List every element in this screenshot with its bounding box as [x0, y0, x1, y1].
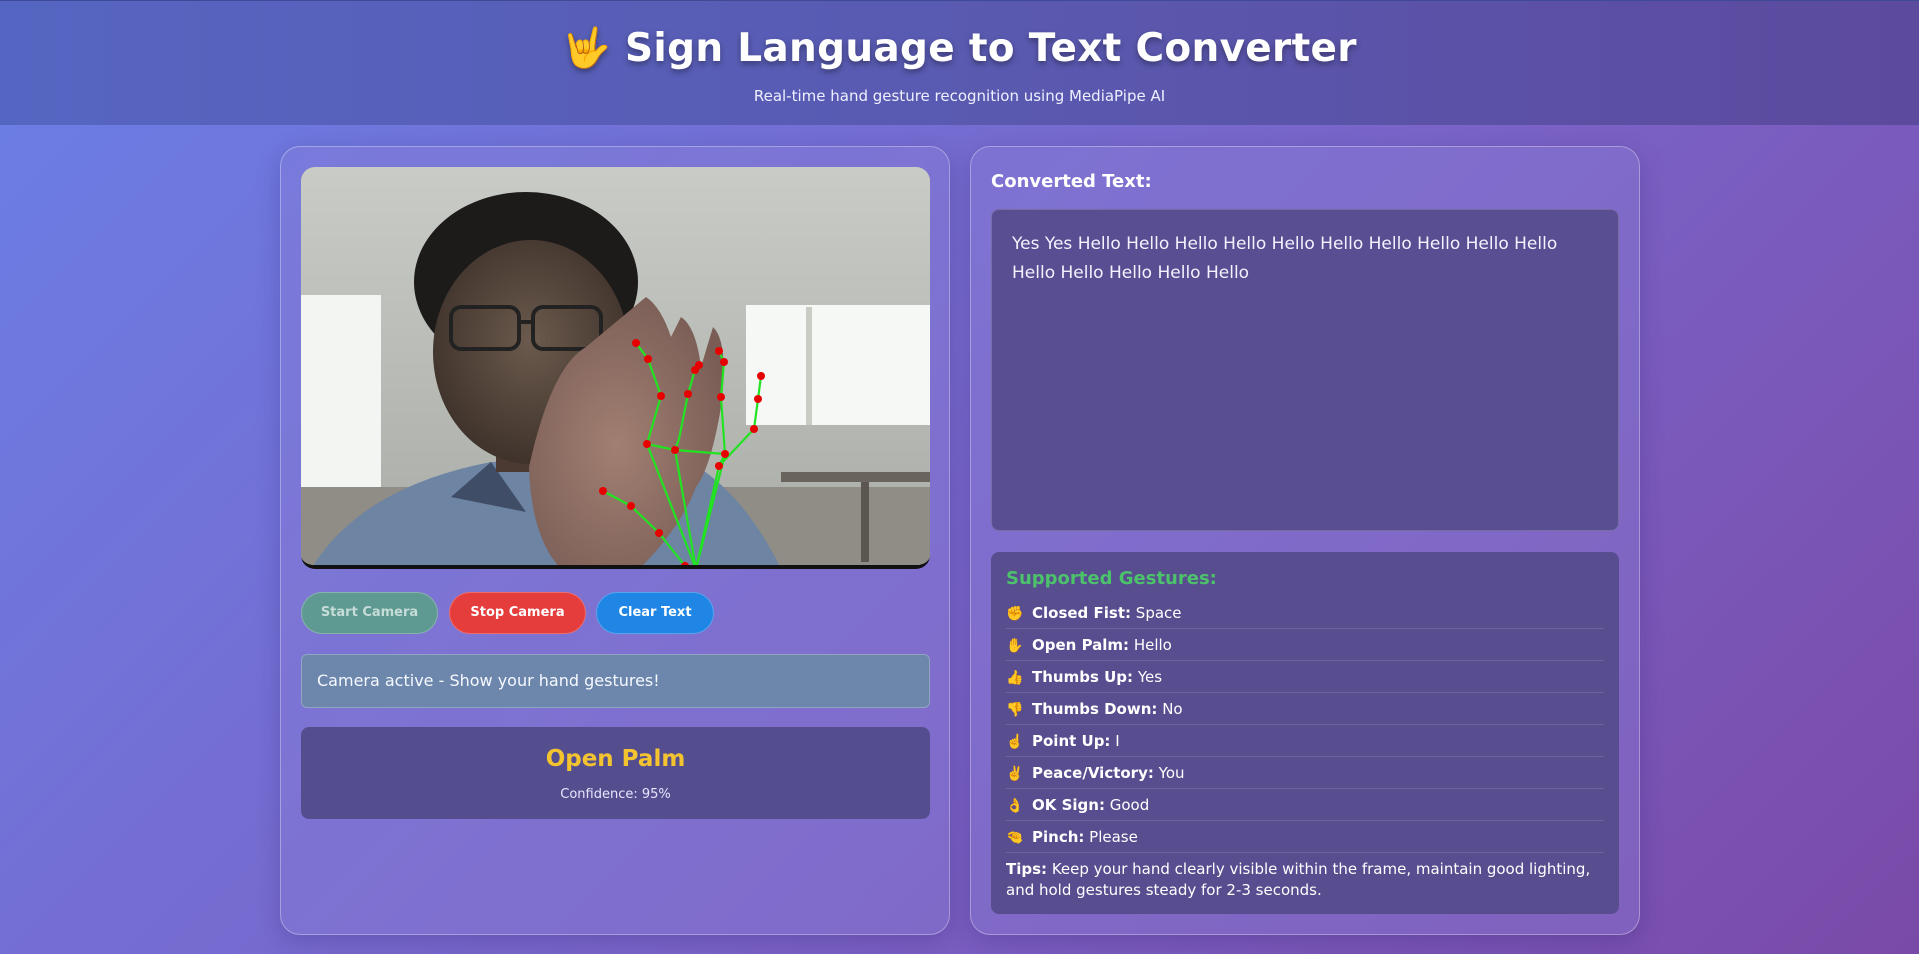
clear-text-button[interactable]: Clear Text: [596, 592, 714, 634]
gesture-item: 👎 Thumbs Down: No: [1006, 693, 1604, 725]
gesture-name: Peace/Victory:: [1032, 764, 1154, 782]
gesture-meaning: I: [1115, 732, 1120, 750]
gesture-name: Open Palm:: [1032, 636, 1130, 654]
app-subtitle: Real-time hand gesture recognition using…: [753, 87, 1166, 105]
gesture-name: Closed Fist:: [1032, 604, 1132, 622]
window-right: [746, 305, 930, 425]
open-palm-icon: ✋: [1006, 638, 1024, 654]
gesture-item: ☝️ Point Up: I: [1006, 725, 1604, 757]
detection-confidence: Confidence: 95%: [560, 787, 671, 802]
point-up-icon: ☝️: [1006, 734, 1024, 750]
gesture-name: Thumbs Up:: [1032, 668, 1134, 686]
output-panel: Converted Text: Yes Yes Hello Hello Hell…: [970, 146, 1640, 935]
sign-hand-icon: 🤟: [562, 26, 612, 71]
gesture-name: Pinch:: [1032, 828, 1085, 846]
app-header: 🤟 Sign Language to Text Converter Real-ti…: [0, 0, 1919, 125]
gesture-meaning: No: [1162, 700, 1183, 718]
gesture-name: Point Up:: [1032, 732, 1111, 750]
gesture-meaning: Hello: [1133, 636, 1172, 654]
supported-gestures-title: Supported Gestures:: [1006, 568, 1217, 589]
gesture-item: ✌️ Peace/Victory: You: [1006, 757, 1604, 789]
tips-text: Tips: Keep your hand clearly visible wit…: [1006, 859, 1604, 901]
gesture-meaning: You: [1158, 764, 1185, 782]
thumbs-up-icon: 👍: [1006, 670, 1024, 686]
gesture-list: ✊ Closed Fist: Space ✋ Open Palm: Hello 👍 Thu…: [1006, 597, 1604, 853]
ok-sign-icon: 👌: [1006, 798, 1024, 814]
stop-camera-button[interactable]: Stop Camera: [449, 592, 586, 634]
thumbs-down-icon: 👎: [1006, 702, 1024, 718]
converted-text-title: Converted Text:: [991, 171, 1152, 192]
gesture-item: 👌 OK Sign: Good: [1006, 789, 1604, 821]
gesture-item: ✊ Closed Fist: Space: [1006, 597, 1604, 629]
gesture-meaning: Yes: [1137, 668, 1163, 686]
app-title-text: Sign Language to Text Converter: [625, 26, 1357, 71]
camera-frame: [301, 167, 930, 565]
detection-result: Open Palm Confidence: 95%: [301, 727, 930, 819]
start-camera-button[interactable]: Start Camera: [301, 592, 438, 634]
app-title: 🤟 Sign Language to Text Converter: [0, 25, 1919, 71]
gesture-meaning: Please: [1089, 828, 1138, 846]
closed-fist-icon: ✊: [1006, 606, 1024, 622]
converted-text-output[interactable]: Yes Yes Hello Hello Hello Hello Hello He…: [991, 209, 1619, 531]
window-left: [301, 295, 381, 495]
gesture-item: ✋ Open Palm: Hello: [1006, 629, 1604, 661]
detected-gesture: Open Palm: [545, 746, 686, 772]
camera-feed: [301, 167, 930, 569]
tips-body: Keep your hand clearly visible within th…: [1006, 860, 1591, 899]
camera-status: Camera active - Show your hand gestures!: [301, 654, 930, 708]
supported-gestures-box: Supported Gestures: ✊ Closed Fist: Space ✋…: [991, 552, 1619, 914]
tips-label: Tips:: [1006, 860, 1048, 878]
gesture-meaning: Space: [1135, 604, 1182, 622]
gesture-item: 🤏 Pinch: Please: [1006, 821, 1604, 853]
pinch-icon: 🤏: [1006, 830, 1024, 846]
gesture-name: OK Sign:: [1032, 796, 1105, 814]
gesture-name: Thumbs Down:: [1032, 700, 1158, 718]
camera-panel: Start Camera Stop Camera Clear Text Came…: [280, 146, 950, 935]
peace-icon: ✌️: [1006, 766, 1024, 782]
gesture-item: 👍 Thumbs Up: Yes: [1006, 661, 1604, 693]
gesture-meaning: Good: [1109, 796, 1150, 814]
